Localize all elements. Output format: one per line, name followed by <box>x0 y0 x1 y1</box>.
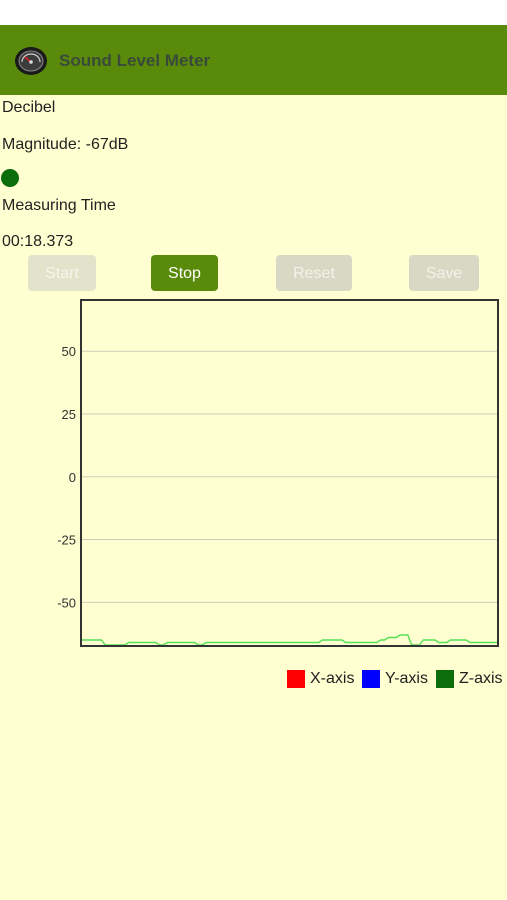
reset-button[interactable]: Reset <box>276 255 352 291</box>
speedometer-icon <box>15 47 47 75</box>
start-button[interactable]: Start <box>28 255 96 291</box>
y-tick-label: 0 <box>69 470 76 485</box>
x-axis-legend-swatch <box>287 670 305 688</box>
measuring-time-value: 00:18.373 <box>2 233 74 250</box>
y-tick-label: -25 <box>57 533 76 548</box>
decibel-chart: 50 25 0 -25 -50 <box>57 299 499 647</box>
z-axis-series-line <box>82 634 497 646</box>
y-tick-label: 25 <box>62 407 76 422</box>
y-tick-labels: 50 25 0 -25 -50 <box>57 344 76 610</box>
magnitude-readout: Magnitude: -67dB <box>2 136 129 153</box>
save-button[interactable]: Save <box>409 255 479 291</box>
status-bar <box>0 0 507 25</box>
app-title: Sound Level Meter <box>59 51 211 70</box>
stop-button[interactable]: Stop <box>151 255 218 291</box>
y-axis-legend-label: Y-axis <box>385 670 428 687</box>
x-axis-legend-label: X-axis <box>310 670 355 687</box>
level-indicator-dot <box>1 169 19 187</box>
decibel-label: Decibel <box>2 99 56 116</box>
measuring-time-label: Measuring Time <box>2 197 116 214</box>
y-tick-label: -50 <box>57 595 76 610</box>
z-axis-legend-swatch <box>436 670 454 688</box>
y-axis-legend-swatch <box>362 670 380 688</box>
plot-frame <box>80 299 499 647</box>
grid-layer <box>82 350 497 603</box>
z-axis-legend-label: Z-axis <box>459 670 503 687</box>
series-layer <box>82 634 497 646</box>
y-tick-label: 50 <box>62 344 76 359</box>
